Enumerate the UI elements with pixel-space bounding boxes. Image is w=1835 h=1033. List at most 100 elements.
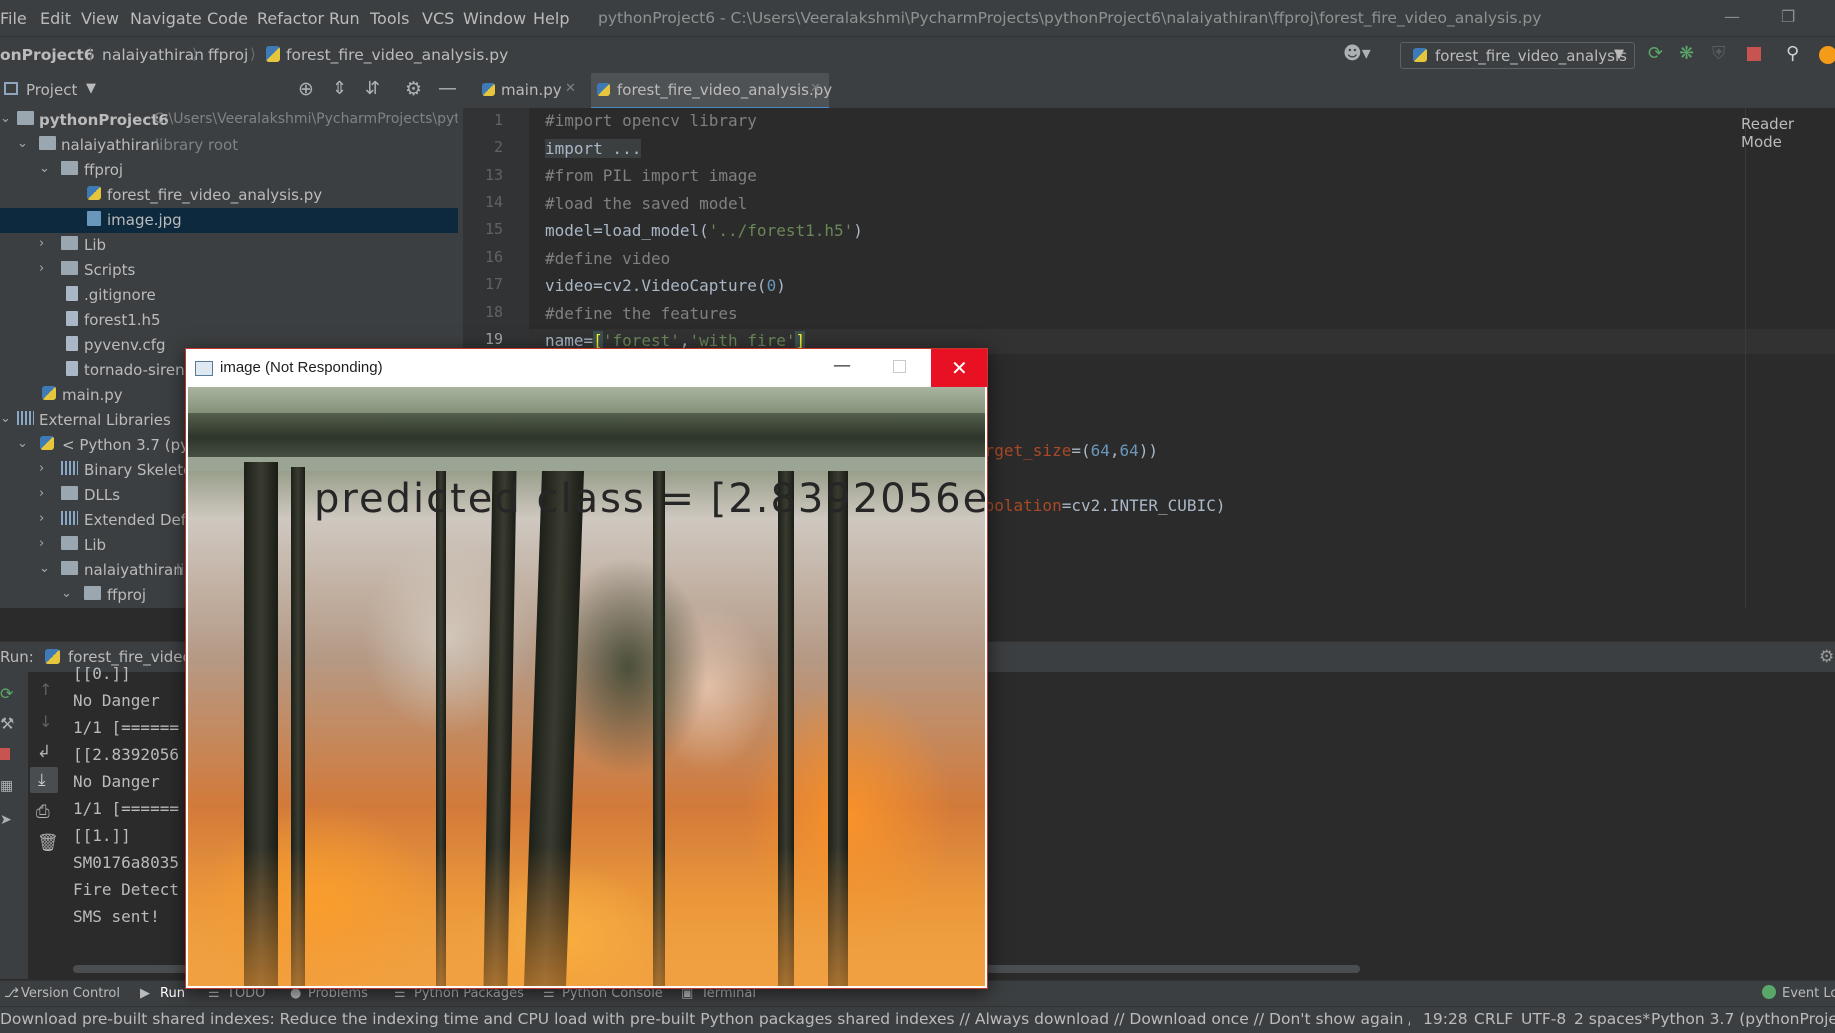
tree-item-gitignore[interactable]: .gitignore — [0, 283, 463, 308]
version-control-icon: ⎇ — [4, 986, 19, 1001]
console-line: [[0.]] — [73, 664, 131, 683]
code-comment: #import opencv library — [545, 111, 757, 130]
restore-icon[interactable]: ❐ — [1781, 7, 1795, 26]
menu-view[interactable]: View — [81, 9, 119, 28]
print-icon[interactable]: ⎙ — [36, 802, 50, 822]
image-window-titlebar[interactable]: image (Not Responding) — ✕ — [186, 349, 987, 387]
maximize-icon[interactable] — [893, 360, 906, 373]
tab-main-py[interactable]: main.py ✕ — [476, 73, 581, 107]
tree-item-label: ffproj — [84, 161, 124, 179]
breadcrumb-folder[interactable]: nalaiyathiran — [102, 46, 204, 64]
update-icon[interactable] — [1819, 46, 1835, 64]
chevron-right-icon[interactable]: › — [39, 261, 44, 276]
breadcrumb-file[interactable]: forest_fire_video_analysis.py — [286, 46, 508, 64]
tree-item-image-jpg[interactable]: image.jpg — [0, 208, 463, 233]
chevron-down-icon[interactable]: ⌄ — [39, 561, 50, 576]
arrow-down-icon[interactable]: ↓ — [39, 712, 52, 731]
soft-wrap-icon[interactable]: ↲ — [37, 742, 51, 762]
tree-item-project-root[interactable]: ⌄ pythonProject6 C:\Users\Veeralakshmi\P… — [0, 108, 463, 133]
python-file-icon — [87, 186, 101, 200]
close-icon: ✕ — [951, 356, 968, 380]
gear-icon[interactable]: ⚙ — [1819, 647, 1834, 667]
wrench-icon[interactable]: ⚒ — [0, 714, 14, 733]
rerun-icon[interactable]: ⟳ — [0, 684, 13, 703]
menu-navigate[interactable]: Navigate — [130, 9, 202, 28]
user-icon[interactable]: ☻▾ — [1343, 45, 1371, 63]
chevron-down-icon[interactable]: ⌄ — [17, 436, 28, 451]
indent-setting[interactable]: 2 spaces* — [1574, 1010, 1650, 1028]
menu-window[interactable]: Window — [463, 9, 526, 28]
menu-vcs[interactable]: VCS — [422, 9, 454, 28]
debug-icon[interactable]: ❋ — [1679, 45, 1694, 63]
menu-file[interactable]: File — [0, 9, 27, 28]
tool-event-log[interactable]: Event Log — [1782, 986, 1835, 1001]
minimize-icon[interactable]: — — [833, 355, 851, 376]
library-icon — [17, 411, 34, 425]
reader-mode-button[interactable]: Reader Mode — [1741, 115, 1835, 151]
python-interpreter[interactable]: Python 3.7 (pythonProject6) — [1651, 1010, 1835, 1028]
arrow-up-icon[interactable]: ↑ — [39, 680, 52, 699]
tree-item-scripts[interactable]: › Scripts — [0, 258, 463, 283]
menu-help[interactable]: Help — [533, 9, 569, 28]
run-panel-label: Run: — [0, 648, 34, 666]
status-message[interactable]: Download pre-built shared indexes: Reduc… — [0, 1010, 1410, 1028]
menu-edit[interactable]: Edit — [40, 9, 71, 28]
file-encoding[interactable]: UTF-8 — [1521, 1010, 1566, 1028]
chevron-down-icon[interactable]: ⌄ — [17, 136, 28, 151]
chevron-down-icon[interactable]: ▼ — [86, 81, 96, 96]
run-configuration-select[interactable]: forest_fire_video_analysis ▼ — [1400, 42, 1635, 69]
menu-refactor[interactable]: Refactor — [257, 9, 324, 28]
line-number: 2 — [493, 138, 503, 156]
layout-icon[interactable]: ▦ — [0, 778, 13, 794]
project-panel-title[interactable]: Project — [26, 81, 77, 99]
tree-item-lib[interactable]: › Lib — [0, 233, 463, 258]
image-window[interactable]: image (Not Responding) — ✕ predicted cla… — [185, 348, 988, 989]
chevron-down-icon[interactable]: ⌄ — [0, 111, 11, 126]
chevron-right-icon[interactable]: › — [39, 511, 44, 526]
code-keyword-arg: arget_size — [975, 441, 1072, 460]
tool-run[interactable]: Run — [160, 986, 185, 1001]
menu-code[interactable]: Code — [207, 9, 248, 28]
menu-run[interactable]: Run — [329, 9, 360, 28]
close-icon[interactable]: ✕ — [565, 81, 576, 96]
console-line: [[1.]] — [73, 826, 131, 845]
close-icon[interactable]: ✕ — [810, 81, 821, 96]
tab-forest-fire-video-analysis[interactable]: forest_fire_video_analysis.py ✕ — [591, 73, 832, 110]
breadcrumb-project[interactable]: onProject6 — [0, 46, 95, 64]
caret-position[interactable]: 19:28 — [1423, 1010, 1468, 1028]
tool-version-control[interactable]: Version Control — [21, 986, 120, 1001]
code-line-folded[interactable]: import ... — [545, 139, 642, 158]
pin-icon[interactable]: ➤ — [0, 812, 12, 828]
gear-icon[interactable]: ⚙ — [405, 78, 422, 100]
expand-all-icon[interactable]: ⇕ — [332, 78, 347, 99]
locate-icon[interactable]: ⊕ — [298, 78, 314, 100]
hide-panel-icon[interactable]: — — [438, 77, 457, 99]
chevron-down-icon[interactable]: ⌄ — [39, 161, 50, 176]
minimize-icon[interactable]: — — [1724, 7, 1740, 26]
stop-icon[interactable] — [1747, 47, 1761, 61]
tree-item-nalaiyathiran[interactable]: ⌄ nalaiyathiran library root — [0, 133, 463, 158]
console-toolbar: ↑ ↓ ↲ ⤓ ⎙ 🗑 — [28, 672, 63, 979]
trash-icon[interactable]: 🗑 — [37, 833, 59, 853]
tree-item-ffproj[interactable]: ⌄ ffproj — [0, 158, 463, 183]
chevron-right-icon[interactable]: › — [39, 536, 44, 551]
close-button[interactable]: ✕ — [931, 349, 987, 387]
rerun-icon[interactable]: ⟳ — [1648, 45, 1663, 63]
search-icon[interactable]: ⚲ — [1786, 45, 1799, 63]
breadcrumb-subfolder[interactable]: ffproj — [208, 46, 248, 64]
chevron-down-icon[interactable]: ⌄ — [0, 411, 11, 426]
code-comment: #load the saved model — [545, 194, 748, 213]
chevron-right-icon[interactable]: › — [39, 236, 44, 251]
fire-glow — [188, 847, 985, 986]
stop-icon[interactable] — [0, 748, 10, 760]
chevron-right-icon[interactable]: › — [39, 486, 44, 501]
tree-item-forest-fire-file[interactable]: forest_fire_video_analysis.py — [0, 183, 463, 208]
coverage-icon[interactable]: ⛨ — [1712, 45, 1726, 63]
chevron-down-icon[interactable]: ⌄ — [61, 586, 72, 601]
menu-tools[interactable]: Tools — [370, 9, 409, 28]
tree-item-forest1-h5[interactable]: forest1.h5 — [0, 308, 463, 333]
chevron-right-icon[interactable]: › — [39, 461, 44, 476]
collapse-all-icon[interactable]: ⇵ — [365, 78, 380, 99]
scroll-to-end-icon: ⤓ — [38, 770, 46, 790]
line-separator[interactable]: CRLF — [1474, 1010, 1513, 1028]
